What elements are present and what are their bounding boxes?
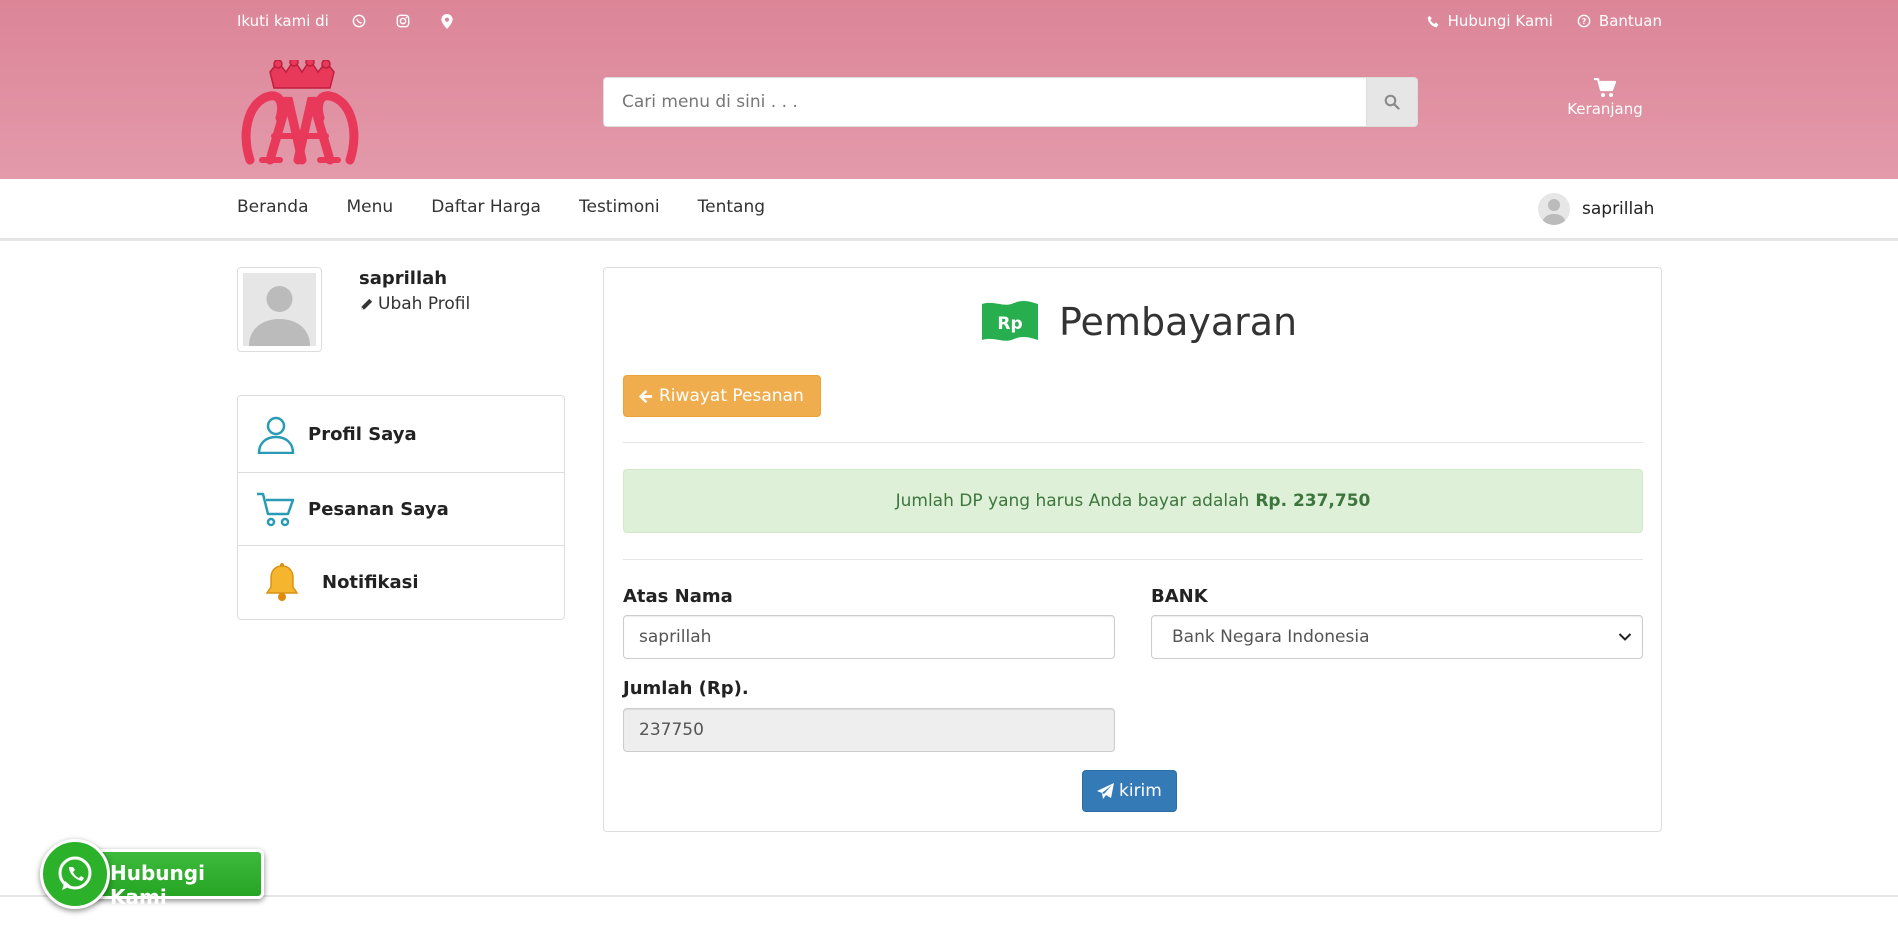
header-banner: Ikuti kami di Hubungi Kami ? Bantuan Car… — [0, 0, 1898, 179]
search-input[interactable] — [603, 77, 1366, 127]
whatsapp-icon[interactable] — [351, 13, 367, 29]
top-links: Hubungi Kami ? Bantuan — [1403, 12, 1662, 30]
submit-label: kirim — [1119, 781, 1162, 801]
help-link[interactable]: ? Bantuan — [1577, 12, 1662, 30]
whatsapp-logo-icon — [40, 839, 110, 909]
name-label: Atas Nama — [623, 586, 733, 607]
bell-icon — [265, 562, 299, 601]
dp-alert: Jumlah DP yang harus Anda bayar adalah R… — [623, 469, 1643, 533]
order-history-button[interactable]: Riwayat Pesanan — [623, 375, 821, 417]
brand-logo[interactable] — [240, 57, 360, 170]
amount-label: Jumlah (Rp). — [623, 678, 749, 699]
user-menu[interactable]: saprillah — [1538, 193, 1654, 225]
user-placeholder-icon — [249, 286, 310, 346]
divider — [623, 442, 1643, 443]
cart-label: Keranjang — [1567, 100, 1643, 118]
payment-title: Pembayaran — [1059, 300, 1298, 344]
nav-username: saprillah — [1582, 199, 1655, 219]
payment-panel: Rp Pembayaran Riwayat Pesanan Jumlah DP … — [603, 267, 1662, 832]
nav-item-menu[interactable]: Menu — [347, 197, 394, 217]
contact-label: Hubungi Kami — [1447, 12, 1553, 30]
cart-button[interactable]: Keranjang — [1560, 78, 1650, 118]
submit-button[interactable]: kirim — [1082, 770, 1177, 812]
account-sidebar: Profil Saya Pesanan Saya Notifikasi — [237, 395, 565, 620]
nav-item-tentang[interactable]: Tentang — [698, 197, 765, 217]
contact-link[interactable]: Hubungi Kami — [1427, 12, 1553, 30]
avatar — [1538, 193, 1570, 225]
chevron-down-icon — [1618, 633, 1632, 641]
nav-item-daftar-harga[interactable]: Daftar Harga — [431, 197, 541, 217]
instagram-icon[interactable] — [395, 13, 411, 29]
paper-plane-icon — [1097, 782, 1114, 799]
edit-profile-link[interactable]: Ubah Profil — [359, 294, 470, 314]
social-follow: Ikuti kami di — [237, 12, 455, 30]
bank-select[interactable]: Bank Negara Indonesia — [1151, 615, 1643, 659]
name-input-value: saprillah — [639, 627, 712, 647]
nav-item-beranda[interactable]: Beranda — [237, 197, 309, 217]
name-input[interactable]: saprillah — [623, 615, 1115, 659]
money-flag-icon: Rp — [982, 301, 1038, 341]
divider — [623, 559, 1643, 560]
sidebar-item-label: Profil Saya — [308, 423, 417, 445]
search-bar — [603, 77, 1418, 127]
amount-input-value: 237750 — [639, 720, 704, 740]
help-label: Bantuan — [1598, 12, 1662, 30]
whatsapp-label: Hubungi Kami — [110, 861, 205, 909]
shopping-cart-icon — [1594, 78, 1616, 97]
main-navbar: Beranda Menu Daftar Harga Testimoni Tent… — [0, 179, 1898, 241]
sidebar-item-pesanan[interactable]: Pesanan Saya — [238, 473, 564, 546]
order-history-label: Riwayat Pesanan — [659, 386, 804, 406]
nav-menu: Beranda Menu Daftar Harga Testimoni Tent… — [237, 197, 803, 217]
svg-text:?: ? — [1582, 17, 1587, 26]
user-icon — [257, 416, 295, 454]
pencil-icon — [360, 298, 373, 310]
nav-item-testimoni[interactable]: Testimoni — [579, 197, 660, 217]
cart-icon — [257, 492, 295, 527]
footer-divider — [0, 895, 1898, 897]
search-button[interactable] — [1366, 77, 1418, 127]
dp-alert-amount: Rp. 237,750 — [1255, 491, 1371, 511]
edit-profile-label: Ubah Profil — [378, 294, 471, 314]
dp-alert-text: Jumlah DP yang harus Anda bayar adalah — [895, 491, 1250, 511]
question-circle-icon: ? — [1577, 14, 1591, 28]
profile-name: saprillah — [359, 268, 448, 289]
map-marker-icon[interactable] — [439, 13, 455, 29]
arrow-left-icon — [638, 389, 653, 403]
money-flag-text: Rp — [997, 314, 1022, 334]
amount-input[interactable]: 237750 — [623, 708, 1115, 752]
whatsapp-contact-button[interactable]: Hubungi Kami — [40, 839, 266, 909]
sidebar-item-profil[interactable]: Profil Saya — [238, 396, 564, 473]
page-title: Rp Pembayaran — [979, 298, 1297, 346]
sidebar-item-label: Notifikasi — [322, 572, 419, 593]
sidebar-item-notifikasi[interactable]: Notifikasi — [238, 546, 564, 619]
profile-photo — [237, 267, 322, 352]
bank-label: BANK — [1151, 586, 1208, 607]
bank-select-value: Bank Negara Indonesia — [1172, 627, 1370, 647]
follow-label: Ikuti kami di — [237, 12, 329, 30]
search-icon — [1384, 94, 1400, 110]
phone-icon — [1427, 15, 1438, 27]
sidebar-item-label: Pesanan Saya — [308, 498, 449, 520]
